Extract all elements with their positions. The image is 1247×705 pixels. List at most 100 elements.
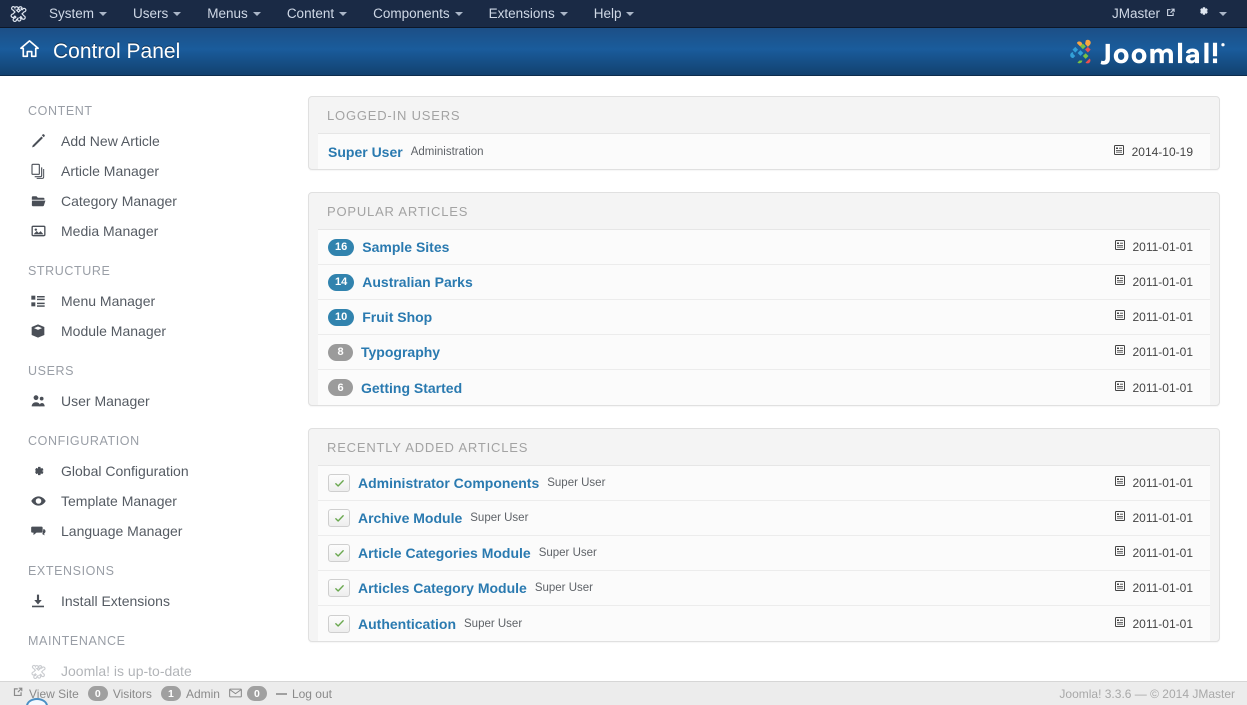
menu-item-users[interactable]: Users xyxy=(120,0,194,28)
check-icon[interactable] xyxy=(328,615,350,633)
table-row[interactable]: 8 Typography 2011-01-01 xyxy=(318,335,1210,370)
sidebar-item-media-manager[interactable]: Media Manager xyxy=(28,216,300,246)
menu-item-label: Content xyxy=(287,6,334,21)
sidebar-item-article-manager[interactable]: Article Manager xyxy=(28,156,300,186)
check-icon[interactable] xyxy=(328,509,350,527)
user-link[interactable]: Super User xyxy=(328,144,403,160)
admin-counter: 1 Admin xyxy=(161,686,220,701)
table-row[interactable]: Super User Administration 2014-10-19 xyxy=(318,134,1210,169)
calendar-icon xyxy=(1114,273,1126,291)
table-row[interactable]: Article Categories Module Super User 201… xyxy=(318,536,1210,571)
user-menu-button[interactable]: JMaster xyxy=(1106,6,1182,21)
menu-item-menus[interactable]: Menus xyxy=(194,0,274,28)
hits-badge: 16 xyxy=(328,239,354,256)
article-link[interactable]: Articles Category Module xyxy=(358,580,527,596)
admin-label: Admin xyxy=(186,687,220,701)
table-row[interactable]: Archive Module Super User 2011-01-01 xyxy=(318,501,1210,536)
logout-label: Log out xyxy=(292,687,332,701)
top-navigation-bar: System Users Menus Content Components Ex… xyxy=(0,0,1247,28)
row-left: Articles Category Module Super User xyxy=(328,579,593,597)
table-row[interactable]: 16 Sample Sites 2011-01-01 xyxy=(318,230,1210,265)
menu-item-help[interactable]: Help xyxy=(581,0,648,28)
sidebar-item-module-manager[interactable]: Module Manager xyxy=(28,316,300,346)
view-site-button[interactable]: View Site xyxy=(12,686,79,701)
status-bar: View Site 0 Visitors 1 Admin 0 Log out J… xyxy=(0,681,1247,705)
joomla-logo-icon xyxy=(28,664,48,679)
chevron-down-icon xyxy=(455,12,463,16)
gear-icon xyxy=(1196,4,1210,23)
table-row[interactable]: Articles Category Module Super User 2011… xyxy=(318,571,1210,606)
date-label: 2011-01-01 xyxy=(1133,275,1194,289)
menu-item-content[interactable]: Content xyxy=(274,0,360,28)
row-left: 14 Australian Parks xyxy=(328,274,473,291)
main-content: LOGGED-IN USERS Super User Administratio… xyxy=(300,76,1247,681)
sidebar-item-language-manager[interactable]: Language Manager xyxy=(28,516,300,546)
page-title: Control Panel xyxy=(53,40,180,64)
article-link[interactable]: Article Categories Module xyxy=(358,545,531,561)
messages-button[interactable]: 0 xyxy=(229,686,267,701)
sidebar-item-global-configuration[interactable]: Global Configuration xyxy=(28,456,300,486)
article-link[interactable]: Getting Started xyxy=(361,380,462,396)
date-label: 2011-01-01 xyxy=(1133,546,1194,560)
menu-item-label: Components xyxy=(373,6,450,21)
sidebar-item-menu-manager[interactable]: Menu Manager xyxy=(28,286,300,316)
comment-icon xyxy=(28,523,48,539)
sidebar-item-label: Category Manager xyxy=(61,193,177,209)
hits-badge: 14 xyxy=(328,274,354,291)
author-label: Super User xyxy=(470,512,528,524)
table-row[interactable]: Authentication Super User 2011-01-01 xyxy=(318,606,1210,641)
check-icon[interactable] xyxy=(328,544,350,562)
sidebar-item-template-manager[interactable]: Template Manager xyxy=(28,486,300,516)
table-row[interactable]: 6 Getting Started 2011-01-01 xyxy=(318,370,1210,405)
calendar-icon xyxy=(1114,238,1126,256)
article-link[interactable]: Authentication xyxy=(358,616,456,632)
pencil-icon xyxy=(28,133,48,149)
row-right: 2011-01-01 xyxy=(1114,615,1202,633)
logout-button[interactable]: Log out xyxy=(276,687,332,701)
row-left: 8 Typography xyxy=(328,344,440,361)
chevron-down-icon xyxy=(99,12,107,16)
gear-icon xyxy=(28,463,48,479)
check-icon[interactable] xyxy=(328,579,350,597)
admin-count: 1 xyxy=(161,686,181,701)
table-row[interactable]: Administrator Components Super User 2011… xyxy=(318,466,1210,501)
settings-menu-button[interactable] xyxy=(1182,4,1237,23)
row-right: 2011-01-01 xyxy=(1114,509,1202,527)
calendar-icon xyxy=(1113,143,1125,161)
eye-icon xyxy=(28,493,48,509)
external-link-icon xyxy=(12,686,24,701)
sidebar-item-install-extensions[interactable]: Install Extensions xyxy=(28,586,300,616)
article-link[interactable]: Administrator Components xyxy=(358,475,539,491)
article-link[interactable]: Sample Sites xyxy=(362,239,449,255)
sidebar-item-user-manager[interactable]: User Manager xyxy=(28,386,300,416)
calendar-icon xyxy=(1114,343,1126,361)
menu-item-system[interactable]: System xyxy=(36,0,120,28)
sidebar-item-add-new-article[interactable]: Add New Article xyxy=(28,126,300,156)
check-icon[interactable] xyxy=(328,474,350,492)
article-link[interactable]: Typography xyxy=(361,344,440,360)
article-link[interactable]: Fruit Shop xyxy=(362,309,432,325)
menu-item-components[interactable]: Components xyxy=(360,0,476,28)
panel-recently-added-articles: RECENTLY ADDED ARTICLES Administrator Co… xyxy=(308,428,1220,642)
user-name-label: JMaster xyxy=(1112,6,1160,21)
table-row[interactable]: 10 Fruit Shop 2011-01-01 xyxy=(318,300,1210,335)
chevron-down-icon xyxy=(560,12,568,16)
table-row[interactable]: 14 Australian Parks 2011-01-01 xyxy=(318,265,1210,300)
joomla-logo-icon[interactable] xyxy=(0,0,36,28)
article-link[interactable]: Australian Parks xyxy=(362,274,473,290)
sidebar-section-structure: STRUCTURE xyxy=(28,264,300,278)
hits-badge: 6 xyxy=(328,379,353,396)
sidebar-section-configuration: CONFIGURATION xyxy=(28,434,300,448)
panel-popular-articles: POPULAR ARTICLES 16 Sample Sites 2011-01… xyxy=(308,192,1220,406)
sidebar-item-category-manager[interactable]: Category Manager xyxy=(28,186,300,216)
menu-item-extensions[interactable]: Extensions xyxy=(476,0,581,28)
row-right: 2011-01-01 xyxy=(1114,308,1202,326)
row-right: 2011-01-01 xyxy=(1114,273,1202,291)
chevron-down-icon xyxy=(626,12,634,16)
date-label: 2011-01-01 xyxy=(1133,240,1194,254)
author-label: Super User xyxy=(547,477,605,489)
menu-item-label: Menus xyxy=(207,6,248,21)
date-label: 2011-01-01 xyxy=(1133,511,1194,525)
article-link[interactable]: Archive Module xyxy=(358,510,462,526)
date-label: 2011-01-01 xyxy=(1133,617,1194,631)
